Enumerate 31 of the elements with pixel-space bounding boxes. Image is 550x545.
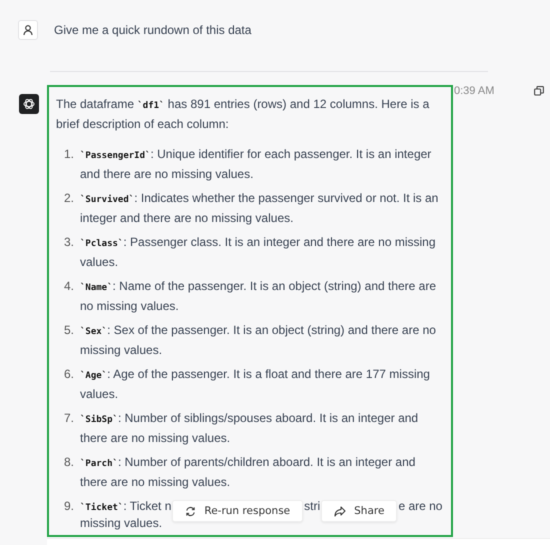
user-avatar-icon	[18, 20, 38, 40]
column-description-fragment: `Ticket`: Ticket n	[80, 498, 172, 515]
list-number: 4.	[62, 278, 75, 295]
column-description: `Pclass`: Passenger class. It is an integer and there are no missing values.	[80, 234, 437, 271]
list-number: 7.	[62, 410, 75, 427]
column-description-fragment: e are no	[398, 498, 442, 515]
list-number: 9.	[62, 498, 75, 515]
list-number: 6.	[62, 366, 75, 383]
column-description: `Sex`: Sex of the passenger. It is an object (string) and there are no missing values.	[80, 322, 437, 359]
column-description: `Name`: Name of the passenger. It is an object (string) and there are no missing values.	[80, 278, 438, 315]
list-number: 2.	[62, 190, 75, 207]
action-button[interactable]: Share	[321, 500, 398, 522]
timestamp: 0:39 AM	[454, 85, 494, 97]
column-description: `Age`: Age of the passenger. It is a float and there are 177 missing values.	[80, 366, 431, 403]
list-number: 1.	[62, 146, 75, 163]
share-icon	[334, 506, 346, 516]
copy-icon[interactable]	[534, 86, 544, 96]
column-description: `Survived`: Indicates whether the passenger survived or not. It is an integer and there are no missing values.	[80, 190, 439, 227]
column-description: `PassengerId`: Unique identifier for each passenger. It is an integer and there are no missing values.	[80, 146, 432, 183]
response-intro: The dataframe `df1` has 891 entries (rows) and 12 columns. Here is a brief description of each column:	[56, 96, 430, 133]
refresh-icon	[185, 506, 196, 516]
action-button[interactable]: Re-run response	[172, 500, 304, 522]
assistant-avatar-icon	[19, 94, 39, 114]
user-message: Give me a quick rundown of this data	[54, 23, 252, 37]
list-number: 8.	[62, 454, 75, 471]
column-description: `Parch`: Number of parents/children aboard. It is an integer and there are no missing values.	[80, 454, 416, 491]
list-number: 3.	[62, 234, 75, 251]
column-description: `SibSp`: Number of siblings/spouses aboard. It is an integer and there are no missing values.	[80, 410, 420, 447]
column-description-fragment: stri	[304, 498, 320, 515]
list-number: 5.	[62, 322, 75, 339]
column-description-fragment: missing values.	[80, 516, 164, 531]
